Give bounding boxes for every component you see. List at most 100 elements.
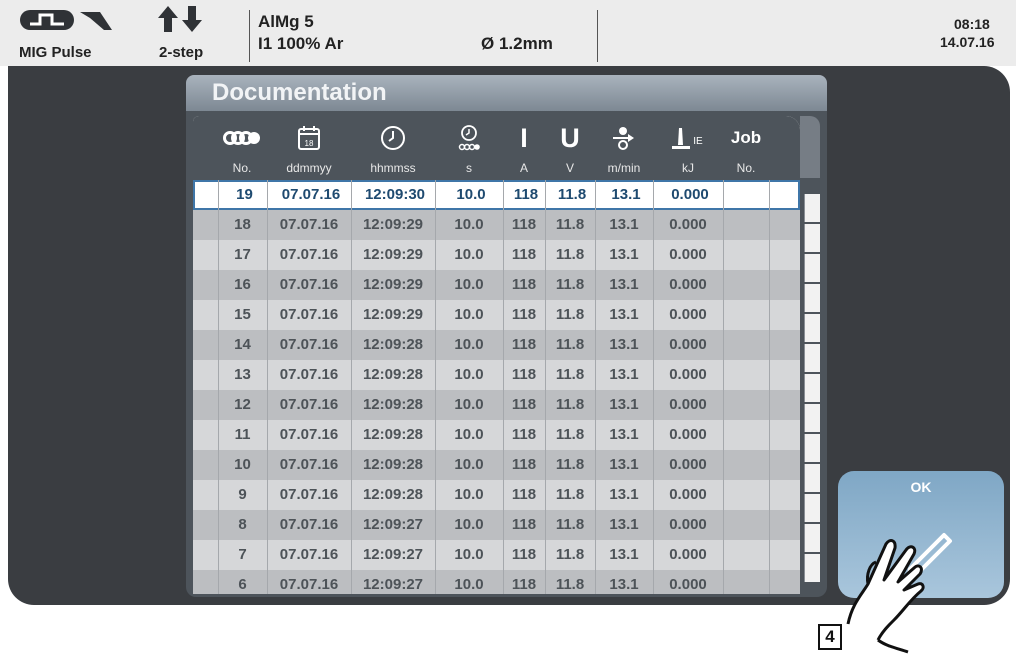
column-divider [351,180,352,594]
cell-no: 17 [234,246,251,263]
scrollbar-thumb[interactable] [800,116,820,178]
cell-duration: 10.0 [454,336,484,353]
cell-voltage: 11.8 [555,276,585,293]
cell-wire-speed: 13.1 [609,546,639,563]
cell-wire-speed: 13.1 [609,576,639,593]
scroll-tick [804,404,820,432]
pulse-mode-icon [20,10,112,30]
cell-job [723,480,769,510]
cell-job [725,182,771,212]
cell-no: 8 [238,516,247,533]
column-divider [267,180,268,594]
column-header-job: Job No. [730,128,762,175]
cell-voltage: 11.8 [557,186,587,203]
table-row[interactable]: 6 07.07.16 12:09:27 10.0 118 11.8 13.1 0.000 [193,570,800,594]
cell-duration: 10.0 [454,546,484,563]
cell-duration: 10.0 [454,456,484,473]
cell-job [723,360,769,390]
cell-duration: 10.0 [454,486,484,503]
cell-energy: 0.000 [669,426,707,443]
cell-wire-speed: 13.1 [609,396,639,413]
cell-current: 118 [511,546,537,563]
cell-energy: 0.000 [669,306,707,323]
column-header-energy: IE kJ [653,116,723,180]
cell-date: 07.07.16 [279,336,339,353]
column-divider [653,180,654,594]
cell-job [723,300,769,330]
cell-voltage: 11.8 [555,366,585,383]
cell-current: 118 [511,516,537,533]
cell-job [723,540,769,570]
table-row[interactable]: 17 07.07.16 12:09:29 10.0 118 11.8 13.1 0.000 [193,240,800,270]
trigger-mode-label: 2-step [159,44,204,61]
cell-voltage: 11.8 [555,426,585,443]
cell-time: 12:09:27 [362,546,424,563]
cell-current: 118 [511,216,537,233]
cell-duration: 10.0 [454,306,484,323]
table-row[interactable]: 9 07.07.16 12:09:28 10.0 118 11.8 13.1 0.000 [193,480,800,510]
cell-time: 12:09:29 [362,276,424,293]
column-divider [769,180,770,594]
cell-energy: 0.000 [669,516,707,533]
clock-icon [381,126,405,150]
cell-duration: 10.0 [454,216,484,233]
documentation-table[interactable]: No. 18 ddmmyy hhmmss s I A U V m/min IE … [193,116,800,594]
panel-title: Documentation [212,79,387,106]
table-row[interactable]: 11 07.07.16 12:09:28 10.0 118 11.8 13.1 0.000 [193,420,800,450]
energy-ie-icon: IE [672,128,703,149]
column-header-voltage: U V [560,123,580,175]
cell-voltage: 11.8 [555,246,585,263]
cell-date: 07.07.16 [279,426,339,443]
cell-energy: 0.000 [669,456,707,473]
cell-current: 118 [511,246,537,263]
scroll-tick [804,284,820,312]
cell-no: 19 [236,186,253,203]
table-row[interactable]: 7 07.07.16 12:09:27 10.0 118 11.8 13.1 0.000 [193,540,800,570]
cell-current: 118 [511,306,537,323]
table-row[interactable]: 12 07.07.16 12:09:28 10.0 118 11.8 13.1 0.000 [193,390,800,420]
table-row[interactable]: 10 07.07.16 12:09:28 10.0 118 11.8 13.1 0.000 [193,450,800,480]
cell-no: 12 [234,396,251,413]
cell-wire-speed: 13.1 [609,276,639,293]
cell-duration: 10.0 [454,246,484,263]
cell-voltage: 11.8 [555,546,585,563]
scroll-tick [804,344,820,372]
cell-time: 12:09:29 [362,306,424,323]
cell-current: 118 [511,426,537,443]
scroll-tick [804,554,820,582]
cell-duration: 10.0 [456,186,486,203]
cell-date: 07.07.16 [281,186,341,203]
cell-date: 07.07.16 [279,546,339,563]
table-row[interactable]: 8 07.07.16 12:09:27 10.0 118 11.8 13.1 0.000 [193,510,800,540]
column-header-no: No. [218,116,266,180]
cell-energy: 0.000 [669,336,707,353]
table-row[interactable]: 18 07.07.16 12:09:29 10.0 118 11.8 13.1 0.000 [193,210,800,240]
cell-voltage: 11.8 [555,576,585,593]
column-divider [218,180,219,594]
table-row[interactable]: 19 07.07.16 12:09:30 10.0 118 11.8 13.1 0.000 [193,180,800,210]
cell-energy: 0.000 [669,366,707,383]
table-row[interactable]: 16 07.07.16 12:09:29 10.0 118 11.8 13.1 0.000 [193,270,800,300]
table-row[interactable]: 14 07.07.16 12:09:28 10.0 118 11.8 13.1 0.000 [193,330,800,360]
scroll-tick [804,224,820,252]
cell-job [723,510,769,540]
table-row[interactable]: 13 07.07.16 12:09:28 10.0 118 11.8 13.1 0.000 [193,360,800,390]
scroll-tick [804,434,820,462]
cell-time: 12:09:28 [362,456,424,473]
cell-no: 16 [234,276,251,293]
svg-text:18: 18 [305,139,314,148]
cell-voltage: 11.8 [555,216,585,233]
cell-date: 07.07.16 [279,366,339,383]
cell-wire-speed: 13.1 [609,216,639,233]
cell-no: 10 [234,456,251,473]
cell-energy: 0.000 [669,486,707,503]
cell-duration: 10.0 [454,516,484,533]
cell-time: 12:09:28 [362,426,424,443]
cell-no: 6 [238,576,247,593]
cell-time: 12:09:28 [362,396,424,413]
material-label: AlMg 5 [258,12,314,31]
table-row[interactable]: 15 07.07.16 12:09:29 10.0 118 11.8 13.1 0.000 [193,300,800,330]
scroll-tick [804,374,820,402]
column-divider [545,180,546,594]
cell-voltage: 11.8 [555,516,585,533]
